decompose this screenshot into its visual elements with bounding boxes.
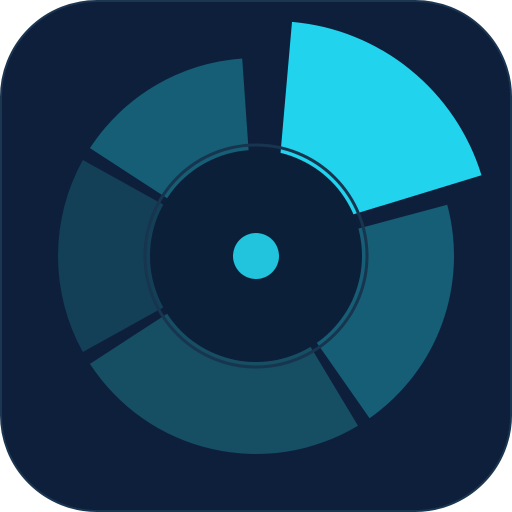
center-dot: [233, 233, 279, 279]
app-icon[interactable]: [0, 0, 512, 512]
radial-chart-icon: [0, 0, 512, 512]
